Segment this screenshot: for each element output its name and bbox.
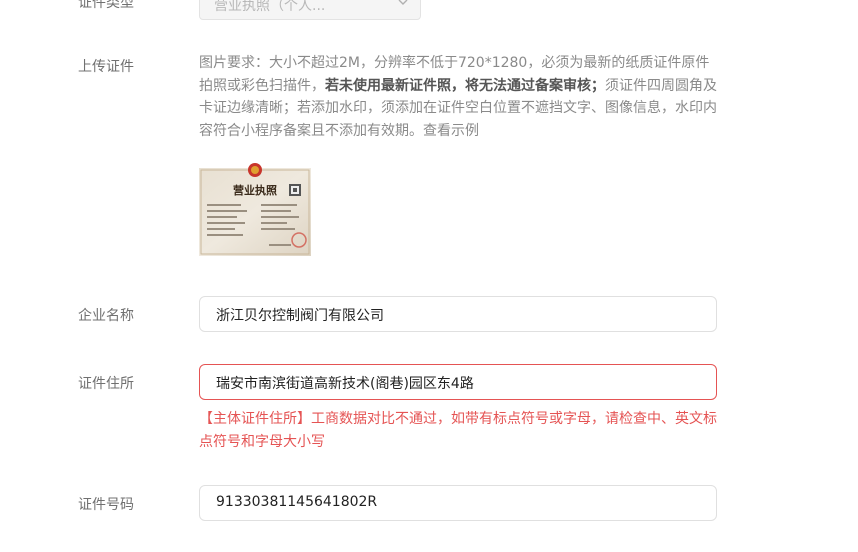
- view-example-link[interactable]: 查看示例: [423, 123, 479, 139]
- address-value: 瑞安市南滨街道高新技术(阁巷)园区东4路: [216, 376, 474, 392]
- cert-type-label: 证件类型: [78, 0, 134, 11]
- company-name-value: 浙江贝尔控制阀门有限公司: [216, 308, 384, 324]
- company-name-label: 企业名称: [78, 308, 134, 324]
- upload-label: 上传证件: [78, 59, 134, 75]
- chevron-down-icon: [398, 0, 408, 5]
- address-error-message: 【主体证件住所】工商数据对比不通过，如带有标点符号或字母，请检查中、英文标点符号…: [199, 411, 717, 450]
- cert-number-input[interactable]: 91330381145641802R: [199, 485, 717, 521]
- registration-form: 证件类型 营业执照（个人... 上传证件 图片要求：大小不超过2M，分辨率不低于…: [0, 0, 858, 552]
- cert-type-select[interactable]: 营业执照（个人...: [199, 0, 421, 20]
- cert-number-value: 91330381145641802R: [216, 494, 378, 510]
- upload-requirements: 图片要求：大小不超过2M，分辨率不低于720*1280，必须为最新的纸质证件原件…: [199, 52, 721, 142]
- uploaded-license-image[interactable]: 营业执照: [199, 158, 311, 256]
- company-name-input[interactable]: 浙江贝尔控制阀门有限公司: [199, 296, 717, 332]
- cert-type-value: 营业执照（个人...: [214, 0, 326, 14]
- sample-license-title: 营业执照: [233, 183, 277, 197]
- cert-number-label: 证件号码: [78, 497, 134, 513]
- address-input[interactable]: 瑞安市南滨街道高新技术(阁巷)园区东4路: [199, 364, 717, 400]
- upload-hint-warning: 若未使用最新证件照，将无法通过备案审核；: [325, 77, 605, 94]
- address-label: 证件住所: [78, 376, 134, 392]
